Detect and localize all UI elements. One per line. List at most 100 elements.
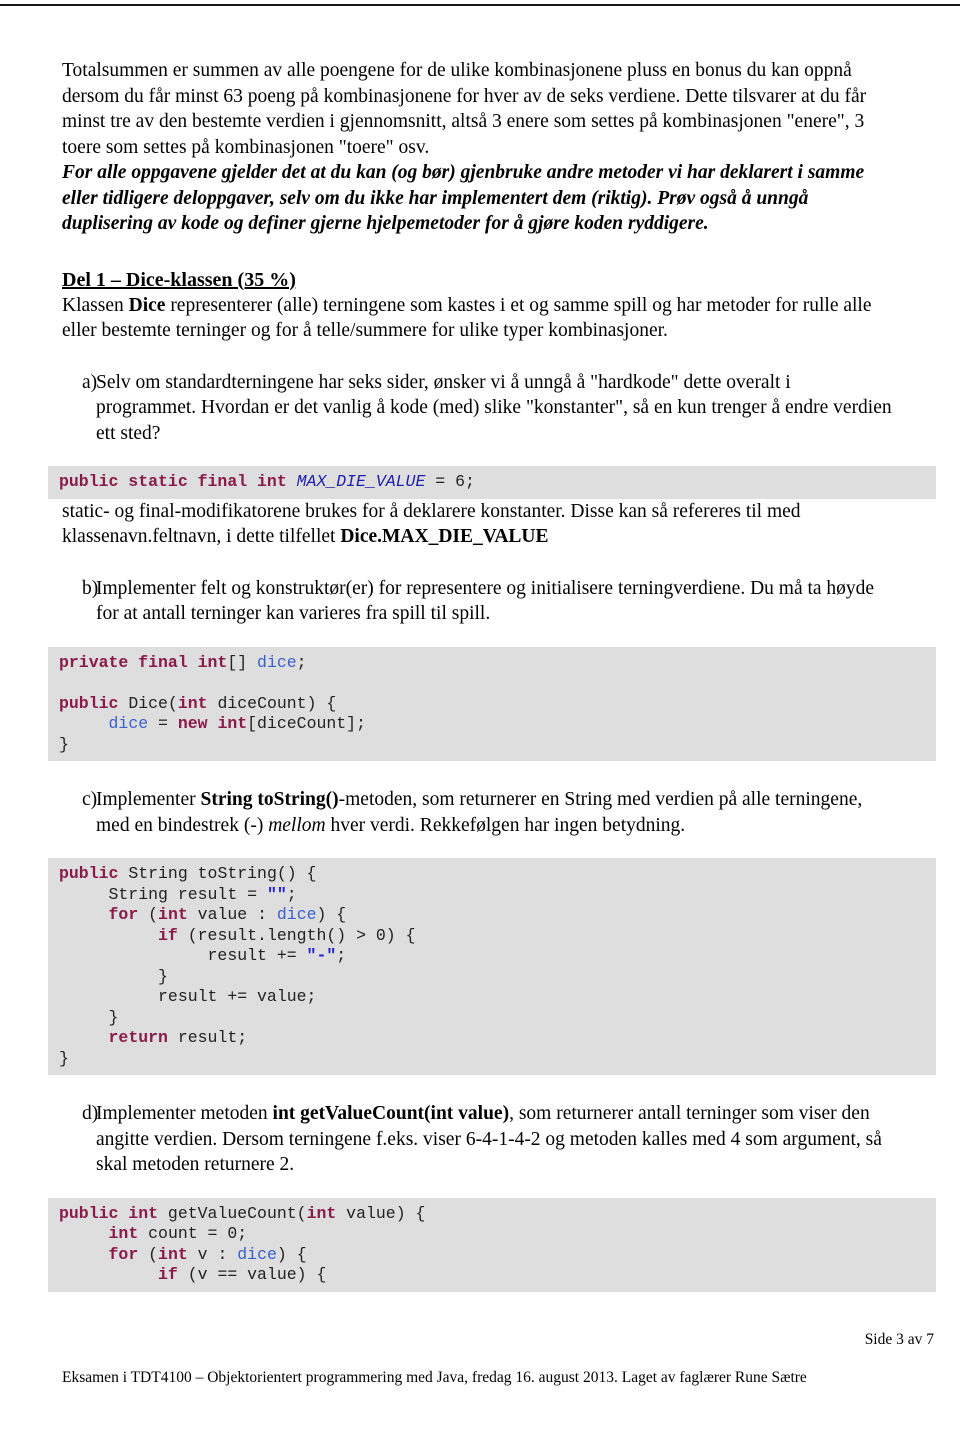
code-token: = [148,714,178,733]
list-body-c: Implementer String toString()-metoden, s… [96,787,892,838]
code-token-kw: public [59,864,119,883]
code-token: } [59,1048,69,1068]
code-token: result += [59,946,307,965]
code-token: ) { [316,905,347,924]
code-token: result; [167,1028,248,1047]
code-line: for (int v : dice) { [59,1245,936,1266]
code-token-kw: int [108,1224,139,1243]
code-line: public Dice(int diceCount) { [59,694,936,715]
class-name-dice: Dice [128,294,166,316]
code-token-type-const: MAX_DIE_VALUE [296,472,426,491]
item-c-post: hver verdi. Rekkefølgen har ingen betydn… [325,814,686,836]
code-token: value) { [336,1203,426,1223]
code-token-kw: public static final int [59,472,297,491]
section-heading-wrap: Del 1 – Dice-klassen (35 %) [62,237,892,293]
italic-note-paragraph: For alle oppgavene gjelder det at du kan… [62,162,865,234]
item-c-method-signature: String toString() [200,789,339,810]
code-token-kw: int [177,693,208,713]
code-line: if (result.length() > 0) { [59,926,936,947]
code-token-kw: private final int [59,652,228,672]
code-token-kw: public int [59,1203,159,1223]
code-line: } [59,1008,936,1029]
code-token: value : [187,905,277,924]
code-token-kw: for [108,1244,139,1264]
page-number: Side 3 av 7 [864,1331,934,1348]
item-c-pre: Implementer [96,789,201,810]
list-item-c: c) Implementer String toString()-metoden… [62,787,892,838]
code-line: public int getValueCount(int value) { [59,1204,936,1225]
code-token: ( [138,905,159,924]
class-intro-paragraph: Klassen Dice representerer (alle) ternin… [62,293,892,344]
code-token-kw: int [306,1203,337,1223]
code-line: } [59,735,936,756]
code-token: Dice( [118,693,178,713]
list-body-d: Implementer metoden int getValueCount(in… [96,1101,892,1178]
list-body-b: Implementer felt og konstruktør(er) for … [96,577,875,625]
code-token: } [59,1007,119,1027]
code-token: ( [138,1244,159,1264]
list-item-d: d) Implementer metoden int getValueCount… [62,1101,892,1178]
code-token: String result = [59,884,267,904]
code-line: } [59,1049,936,1070]
code-token-kw: if [158,1265,178,1284]
code-token: getValueCount( [158,1203,307,1223]
code-block-constant: public static final int MAX_DIE_VALUE = … [48,466,936,499]
item-d-pre: Implementer metoden [96,1103,273,1124]
code-token-kw: int [158,905,188,924]
class-intro-pre: Klassen [62,294,129,316]
code-token: } [59,966,168,986]
code-token: ; [286,884,297,904]
list-item-b: b) Implementer felt og konstruktør(er) f… [62,576,892,627]
code-token: diceCount) { [207,693,337,713]
code-line: int count = 0; [59,1224,936,1245]
code-line: } [59,967,936,988]
code-line: return result; [59,1028,936,1049]
footer-text: Eksamen i TDT4100 – Objektorientert prog… [62,1369,807,1386]
code-token-str: "-" [306,946,337,965]
code-token: ; [296,652,307,672]
code-token-kw: if [158,925,178,945]
document-page: Totalsummen er summen av alle poengene f… [0,0,960,1445]
code-token: [] [227,652,258,672]
code-line: result += value; [59,987,936,1008]
list-marker-d: d) [82,1103,99,1124]
explanation-constant-ref: Dice.MAX_DIE_VALUE [340,526,549,547]
list-marker-c: c) [82,789,98,810]
code-line: public String toString() { [59,864,936,885]
code-token-str: "" [266,884,287,904]
code-token-kw: int [158,1244,188,1264]
code-token: count = 0; [138,1224,248,1243]
code-line: if (v == value) { [59,1265,936,1286]
code-token: (v == value) { [177,1265,327,1284]
header-rule [0,4,960,6]
code-line: String result = ""; [59,885,936,906]
item-d-method-signature: int getValueCount(int value) [272,1103,510,1124]
code-token-kw: for [108,905,139,924]
explanation-paragraph: static- og final-modifikatorene brukes f… [62,499,892,550]
code-block-tostring: public String toString() { String result… [48,858,936,1075]
code-token: } [59,734,69,754]
class-intro-post: representerer (alle) terningene som kast… [62,294,872,342]
list-body-a: Selv om standardterningene har seks side… [96,371,892,444]
code-line: private final int[] dice; [59,653,936,674]
list-item-a: a) Selv om standardterningene har seks s… [62,370,892,447]
item-c-italic: mellom [268,814,326,836]
code-token: ; [336,946,347,965]
document-content: Totalsummen er summen av alle poengene f… [48,58,936,1292]
code-token-field: dice [108,714,149,733]
code-token: [diceCount]; [247,714,366,733]
code-line: public static final int MAX_DIE_VALUE = … [59,472,936,493]
code-line: result += "-"; [59,946,936,967]
code-token-kw: public [59,693,119,713]
code-token: result += value; [59,987,317,1006]
list-marker-a: a) [82,371,98,393]
code-token: v : [187,1244,238,1264]
